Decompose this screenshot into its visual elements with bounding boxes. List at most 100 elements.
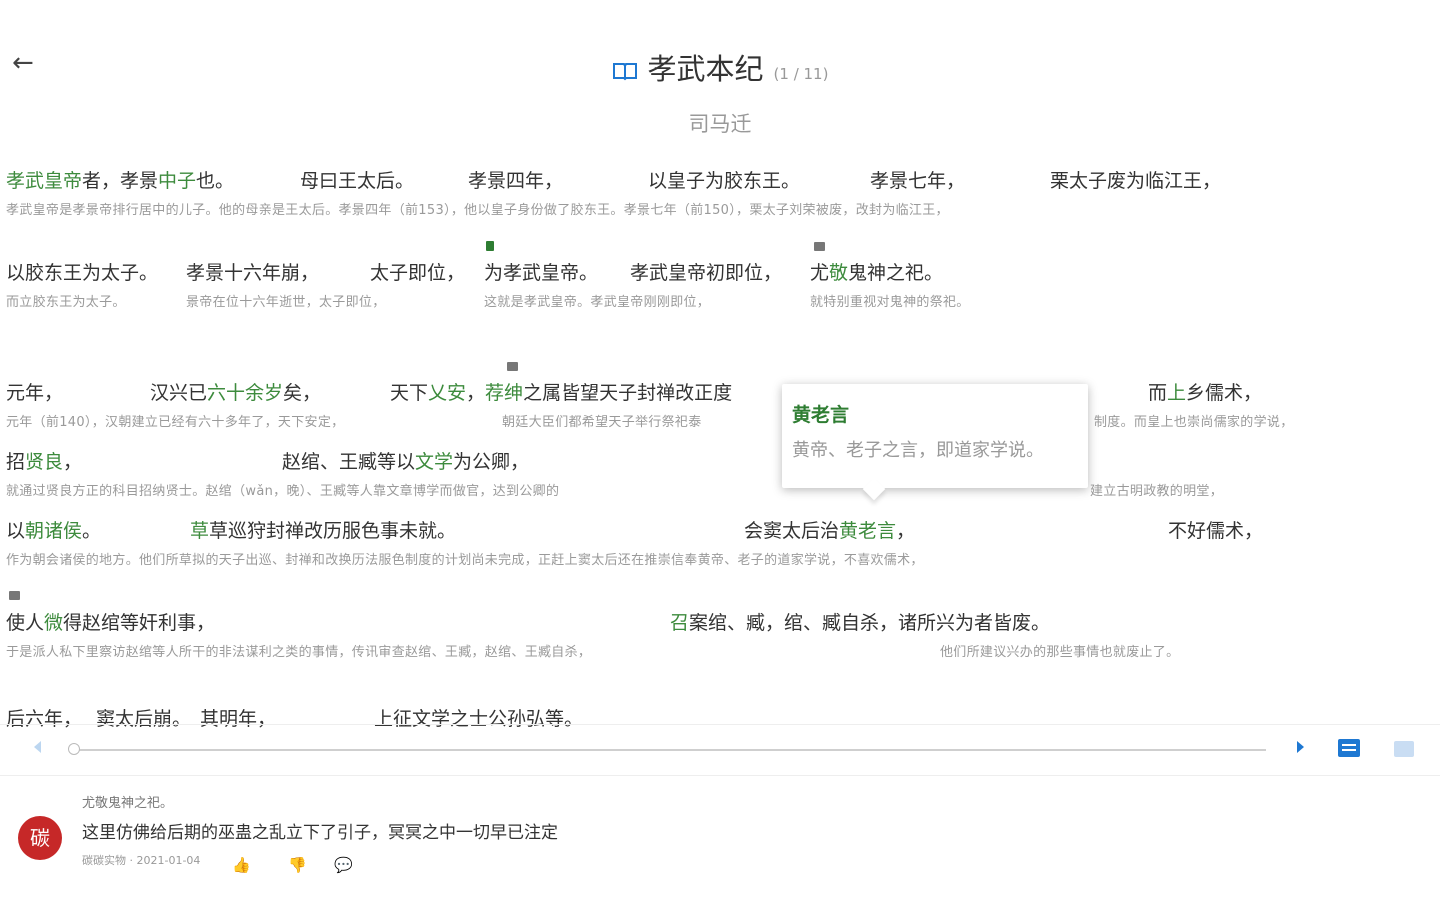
annotated-term[interactable]: 黄老言 (839, 520, 896, 542)
popup-term: 黄老言 (792, 404, 850, 426)
text: 鬼神之祀。 (848, 262, 944, 284)
progress-slider-thumb[interactable] (68, 743, 80, 755)
sentence-4[interactable]: 不好儒术， (1168, 516, 1263, 543)
text: 。 (82, 520, 102, 542)
sentence-3[interactable]: 孝景四年， (468, 166, 563, 193)
text: ， (466, 382, 486, 404)
page-indicator: (1 / 11) (773, 65, 829, 83)
author-name: 司马迁 (688, 112, 752, 136)
text: 汉兴已 (150, 382, 208, 404)
text: 会窦太后治 (744, 520, 840, 542)
thumbs-down-icon[interactable]: 👎 (288, 856, 307, 874)
sentence-3[interactable]: 太子即位， (370, 258, 465, 285)
text: 也。 (196, 170, 235, 192)
annotated-term[interactable]: 孝武皇帝 (6, 170, 82, 192)
text: 为公卿， (453, 451, 530, 473)
sentence-3[interactable]: 天下乂安，荐绅之属皆望天子封禅改正度 (390, 378, 732, 405)
comment-marker-icon[interactable] (814, 242, 825, 251)
annotated-term[interactable]: 荐绅 (485, 382, 523, 404)
translation: 就特别重视对鬼神的祭祀。 (810, 295, 970, 310)
annotated-term[interactable]: 草 (190, 520, 209, 542)
sentence-4[interactable]: 为孝武皇帝。 (484, 258, 598, 285)
sentence-2[interactable]: 草草巡狩封禅改历服色事未就。 (190, 516, 456, 543)
translation: 元年（前140），汉朝建立已经有六十多年了，天下安定， (6, 415, 345, 430)
header: 孝武本纪 (1 / 11) (0, 46, 1440, 88)
progress-track[interactable] (74, 749, 1266, 751)
note-marker-icon[interactable] (486, 241, 494, 251)
text: 诸所兴为者皆废。 (898, 612, 1051, 634)
translation: 这就是孝武皇帝。孝武皇帝刚刚即位， (484, 295, 711, 310)
text: 得赵绾等奸利事， (63, 612, 216, 634)
translation: 景帝在位十六年逝世，太子即位， (186, 295, 386, 310)
comment-meta: 碳碳实物 · 2021-01-04 (82, 854, 201, 867)
comment-text: 这里仿佛给后期的巫蛊之乱立下了引子，冥冥之中一切早已注定 (82, 823, 558, 843)
sentence-1[interactable]: 孝武皇帝者，孝景中子也。 (6, 166, 234, 193)
sentence-1[interactable]: 元年， (6, 378, 63, 405)
reply-icon[interactable]: 💬 (334, 856, 353, 874)
sentence-5[interactable]: 孝武皇帝初即位， (630, 258, 782, 285)
translation: 而立胶东王为太子。 (6, 295, 126, 310)
sentence-6[interactable]: 栗太子废为临江王， (1050, 166, 1221, 193)
avatar[interactable]: 碳 (18, 816, 62, 860)
annotated-term[interactable]: 六十余岁 (207, 382, 283, 404)
comment-item: 尤敬鬼神之祀。 碳 这里仿佛给后期的巫蛊之乱立下了引子，冥冥之中一切早已注定 碳… (0, 780, 1440, 900)
sentence-4[interactable]: 以皇子为胶东王。 (648, 166, 800, 193)
comment-quote: 尤敬鬼神之祀。 (82, 796, 174, 811)
popup-definition: 黄帝、老子之言，即道家学说。 (792, 440, 1044, 461)
translation: 孝武皇帝是孝景帝排行居中的儿子。他的母亲是王太后。孝景四年（前153），他以皇子… (6, 203, 949, 218)
text: 赵绾、王臧等以 (282, 451, 416, 473)
annotated-term[interactable]: 文学 (415, 451, 453, 473)
text: 而 (1148, 382, 1168, 404)
annotated-term[interactable]: 上 (1167, 382, 1186, 404)
annotated-term[interactable]: 朝诸侯 (25, 520, 82, 542)
annotated-term[interactable]: 贤良 (25, 451, 63, 473)
comments-icon[interactable] (1338, 739, 1360, 757)
annotation-popup: 黄老言 黄帝、老子之言，即道家学说。 (782, 384, 1088, 488)
text: 尤 (810, 262, 830, 284)
sentence-2[interactable]: 赵绾、王臧等以文学为公卿， (282, 447, 529, 474)
text: 草巡狩封禅改历服色事未就。 (209, 520, 457, 542)
sentence-1[interactable]: 以朝诸侯。 (6, 516, 101, 543)
previous-chapter-icon[interactable] (34, 741, 41, 753)
translation: 朝廷大臣们都希望天子举行祭祀泰 (502, 415, 702, 430)
sentence-1[interactable]: 以胶东王为太子。 (6, 258, 158, 285)
text: 矣， (283, 382, 322, 404)
sentence-6[interactable]: 尤敬鬼神之祀。 (810, 258, 943, 285)
page-title: 孝武本纪 (647, 52, 764, 86)
sentence-2[interactable]: 孝景十六年崩， (186, 258, 319, 285)
translation: 建立古明政教的明堂， (1090, 484, 1224, 499)
sentence-2[interactable]: 母曰王太后。 (300, 166, 414, 193)
translation: 就通过贤良方正的科目招纳贤士。赵绾（wǎn，晚）、王臧等人靠文章博学而做官，达到… (6, 484, 560, 499)
text: ， (63, 451, 83, 473)
next-chapter-icon[interactable] (1297, 741, 1304, 753)
comment-marker-icon[interactable] (9, 591, 20, 600)
sentence-1[interactable]: 招贤良， (6, 447, 82, 474)
annotated-term[interactable]: 敬 (829, 262, 848, 284)
translation: 作为朝会诸侯的地方。他们所草拟的天子出巡、封禅和改换历法服色制度的计划尚未完成，… (6, 553, 924, 568)
sentence-5[interactable]: 孝景七年， (870, 166, 965, 193)
text: 以 (6, 520, 26, 542)
progress-bar (0, 724, 1440, 776)
sentence-4[interactable]: 而上乡儒术， (1148, 378, 1262, 405)
sentence-3[interactable]: 会窦太后治黄老言， (744, 516, 915, 543)
sentence-1[interactable]: 使人微得赵绾等奸利事， (6, 608, 215, 635)
comment-marker-icon[interactable] (507, 362, 518, 371)
sentence-2[interactable]: 召案绾、臧，绾、臧自杀，诸所兴为者皆废。 (670, 608, 1050, 635)
translation: 于是派人私下里察访赵绾等人所干的非法谋利之类的事情，传讯审查赵绾、王臧，赵绾、王… (6, 645, 592, 660)
annotated-term[interactable]: 乂安 (428, 382, 466, 404)
text: 天下 (390, 382, 429, 404)
text: 之属皆望天子封禅改正度 (523, 382, 733, 404)
sentence-2[interactable]: 汉兴已六十余岁矣， (150, 378, 321, 405)
layout-toggle-icon[interactable] (1394, 741, 1414, 757)
thumbs-up-icon[interactable]: 👍 (232, 856, 251, 874)
text: 案绾、臧，绾、臧自杀， (689, 612, 899, 634)
text: ， (896, 520, 916, 542)
text: 者，孝景 (82, 170, 159, 192)
annotated-term[interactable]: 中子 (158, 170, 196, 192)
annotated-term[interactable]: 召 (670, 612, 689, 634)
annotated-term[interactable]: 微 (44, 612, 63, 634)
translation: 制度。而皇上也崇尚儒家的学说， (1094, 415, 1294, 430)
text: 招 (6, 451, 26, 473)
open-book-icon (612, 63, 637, 81)
translation: 他们所建议兴办的那些事情也就废止了。 (940, 645, 1180, 660)
